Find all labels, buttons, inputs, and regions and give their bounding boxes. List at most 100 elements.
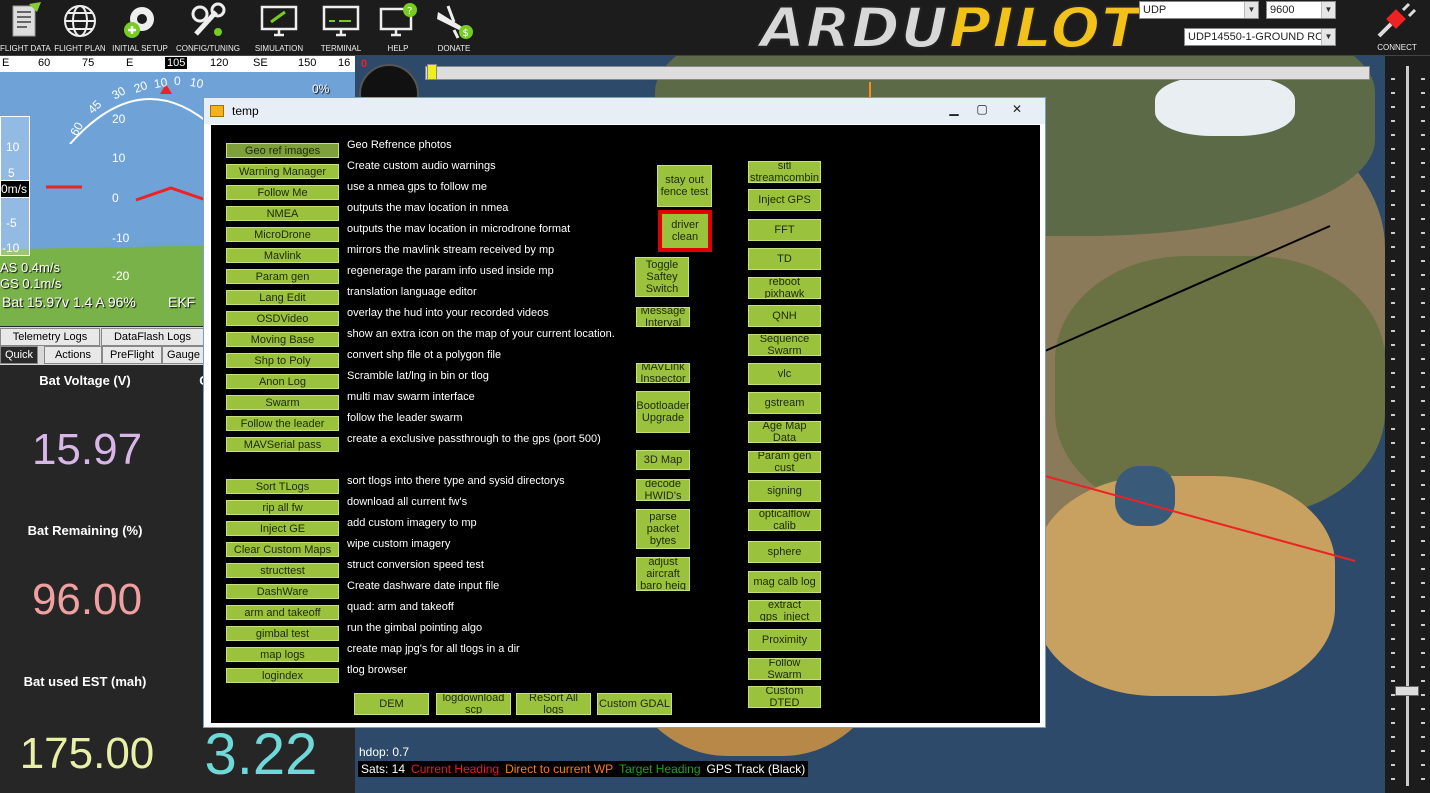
quick-label: Bat Remaining (%) [27, 523, 143, 538]
swarm-button[interactable]: Swarm [226, 395, 339, 410]
zoom-slider[interactable] [1385, 56, 1430, 793]
bootloader-upgrade-button[interactable]: Bootloader Upgrade [636, 391, 690, 433]
signing-button[interactable]: signing [748, 480, 821, 502]
mag-calb-log-button[interactable]: mag calb log [748, 571, 821, 593]
slider-thumb[interactable] [1395, 686, 1419, 696]
ekf-status[interactable]: EKF [168, 294, 195, 310]
mavserial-pass-button[interactable]: MAVSerial pass [226, 437, 339, 452]
param-gen-cust-button[interactable]: Param gen cust [748, 451, 821, 473]
dashware-button[interactable]: DashWare [226, 584, 339, 599]
parse-packet-bytes-button[interactable]: parse packet bytes [636, 509, 690, 549]
logdownload-scp-button[interactable]: logdownload scp [436, 693, 511, 715]
geo-ref-images-button[interactable]: Geo ref images [226, 143, 339, 158]
inject-ge-button[interactable]: Inject GE [226, 521, 339, 536]
decode-hwid-s-button[interactable]: decode HWID's [636, 479, 690, 501]
quick-label: Bat used EST (mah) [23, 674, 147, 689]
minimize-icon[interactable]: ▁ [940, 100, 968, 118]
logindex-button[interactable]: logindex [226, 668, 339, 683]
app-icon [210, 105, 224, 117]
follow-me-button[interactable]: Follow Me [226, 185, 339, 200]
moving-base-button[interactable]: Moving Base [226, 332, 339, 347]
lang-edit-button[interactable]: Lang Edit [226, 290, 339, 305]
flight-plan-button[interactable]: FLIGHT PLAN [52, 0, 108, 56]
tab-dataflash-logs[interactable]: DataFlash Logs [101, 328, 204, 346]
shp-to-poly-button[interactable]: Shp to Poly [226, 353, 339, 368]
help-monitor-icon: ? [379, 3, 417, 37]
mavlink-inspector-button[interactable]: MAVLink Inspector [636, 363, 690, 383]
age-map-data-button[interactable]: Age Map Data [748, 421, 821, 443]
tab-quick[interactable]: Quick [0, 346, 38, 364]
heading-tick: E [126, 57, 134, 69]
sort-tlogs-button[interactable]: Sort TLogs [226, 479, 339, 494]
3d-map-button[interactable]: 3D Map [636, 450, 690, 470]
tab-actions[interactable]: Actions [44, 346, 102, 364]
legend-target-heading: Target Heading [616, 761, 704, 777]
nav-label: SIMULATION [254, 44, 304, 53]
nmea-button[interactable]: NMEA [226, 206, 339, 221]
gimbal-test-button[interactable]: gimbal test [226, 626, 339, 641]
flight-data-button[interactable]: FLIGHT DATA [0, 0, 51, 56]
tool-description: quad: arm and takeoff [347, 601, 454, 613]
custom-gdal-button[interactable]: Custom GDAL [597, 693, 672, 715]
tab-gauges[interactable]: Gauge [162, 346, 205, 364]
pitch-tick: 10 [112, 151, 126, 165]
fft-button[interactable]: FFT [748, 219, 821, 241]
opticalflow-calib-button[interactable]: opticalflow calib [748, 509, 821, 531]
terminal-button[interactable]: TERMINAL [314, 0, 368, 56]
help-button[interactable]: ? HELP [372, 0, 424, 56]
config-tuning-button[interactable]: CONFIG/TUNING [172, 0, 244, 56]
close-icon[interactable]: ✕ [996, 100, 1038, 118]
map-logs-button[interactable]: map logs [226, 647, 339, 662]
extract-gps-inject-button[interactable]: extract gps_inject [748, 600, 821, 622]
osdvideo-button[interactable]: OSDVideo [226, 311, 339, 326]
tab-preflight[interactable]: PreFlight [102, 346, 162, 364]
map-progress-handle[interactable] [427, 64, 437, 80]
sequence-swarm-button[interactable]: Sequence Swarm [748, 334, 821, 356]
arm-and-takeoff-button[interactable]: arm and takeoff [226, 605, 339, 620]
sitl-streamcombin-button[interactable]: sitl streamcombin [748, 161, 821, 183]
resort-all-logs-button[interactable]: ReSort All logs [516, 693, 591, 715]
sphere-button[interactable]: sphere [748, 541, 821, 563]
initial-setup-button[interactable]: INITIAL SETUP [110, 0, 170, 56]
anon-log-button[interactable]: Anon Log [226, 374, 339, 389]
link-select[interactable]: UDP14550-1-GROUND RO ▼ [1184, 28, 1336, 46]
link-value: UDP14550-1-GROUND RO [1188, 31, 1324, 43]
map-progress-bar[interactable] [425, 66, 1370, 80]
structtest-button[interactable]: structtest [226, 563, 339, 578]
warning-manager-button[interactable]: Warning Manager [226, 164, 339, 179]
follow-swarm-button[interactable]: Follow Swarm [748, 658, 821, 680]
dem-button[interactable]: DEM [354, 693, 429, 715]
driver-clean-button[interactable]: driver clean [658, 210, 712, 252]
param-gen-button[interactable]: Param gen [226, 269, 339, 284]
mavlink-button[interactable]: Mavlink [226, 248, 339, 263]
inject-gps-button[interactable]: Inject GPS [748, 189, 821, 211]
connection-type-select[interactable]: UDP ▼ [1139, 1, 1259, 19]
stay-out-fence-test-button[interactable]: stay out fence test [657, 165, 712, 207]
donate-button[interactable]: $ DONATE [428, 0, 480, 56]
proximity-button[interactable]: Proximity [748, 629, 821, 651]
track-label: 0 [361, 58, 368, 70]
reboot-pixhawk-button[interactable]: reboot pixhawk [748, 277, 821, 299]
vlc-button[interactable]: vlc [748, 363, 821, 385]
tab-telemetry-logs[interactable]: Telemetry Logs [0, 328, 100, 346]
qnh-button[interactable]: QNH [748, 305, 821, 327]
adjust-aircraft-baro-heig-button[interactable]: adjust aircraft baro heig [636, 557, 690, 591]
speed-tick: -5 [6, 216, 17, 230]
gstream-button[interactable]: gstream [748, 392, 821, 414]
toggle-saftey-switch-button[interactable]: Toggle Saftey Switch [635, 257, 689, 297]
dialog-titlebar[interactable]: temp ▁ ▢ ✕ [204, 98, 1045, 124]
tool-description: follow the leader swarm [347, 412, 463, 424]
clear-custom-maps-button[interactable]: Clear Custom Maps [226, 542, 339, 557]
message-interval-button[interactable]: Message Interval [636, 307, 690, 327]
heading-tape: E 60 75 E 105 120 SE 150 16 [0, 56, 355, 72]
custom-dted-button[interactable]: Custom DTED [748, 686, 821, 708]
microdrone-button[interactable]: MicroDrone [226, 227, 339, 242]
connect-button[interactable]: CONNECT [1366, 2, 1428, 54]
tool-description: multi mav swarm interface [347, 391, 475, 403]
baud-rate-select[interactable]: 9600 ▼ [1266, 1, 1336, 19]
td-button[interactable]: TD [748, 248, 821, 270]
follow-the-leader-button[interactable]: Follow the leader [226, 416, 339, 431]
simulation-button[interactable]: SIMULATION [250, 0, 308, 56]
rip-all-fw-button[interactable]: rip all fw [226, 500, 339, 515]
maximize-icon[interactable]: ▢ [968, 100, 996, 118]
